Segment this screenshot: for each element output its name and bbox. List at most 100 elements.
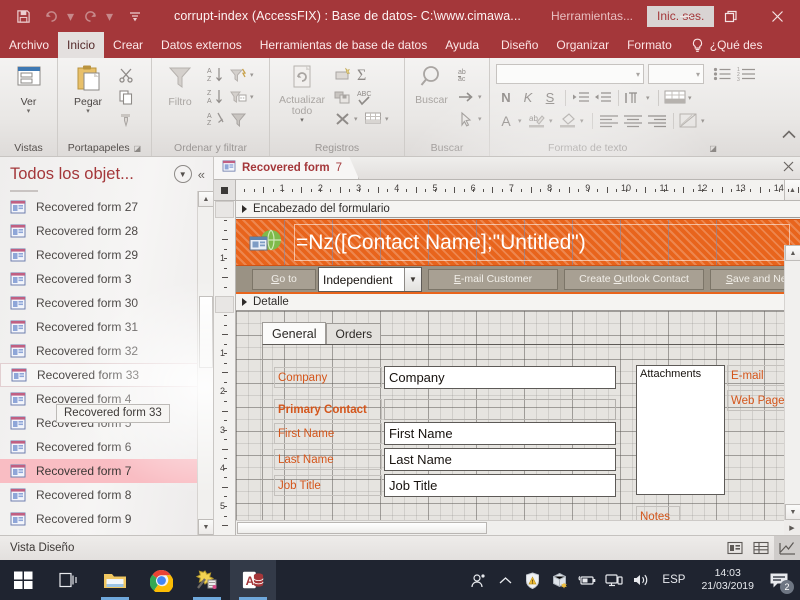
scroll-down-arrow-icon[interactable]: ▼ — [198, 519, 214, 535]
label-email[interactable]: E-mail — [727, 365, 785, 386]
people-icon[interactable] — [465, 560, 492, 600]
find-button[interactable]: Buscar — [409, 62, 454, 106]
scrollbar-thumb[interactable] — [199, 296, 213, 368]
nav-item-recovered-form-33[interactable]: Recovered form 33 — [0, 363, 213, 387]
copy-icon[interactable] — [116, 87, 136, 107]
header-title-expression[interactable]: =Nz([Contact Name];"Untitled") — [292, 231, 590, 255]
label-last-name[interactable]: Last Name — [274, 449, 382, 470]
nav-item-recovered-form-27[interactable]: Recovered form 27 — [0, 195, 213, 219]
nav-item-recovered-form-28[interactable]: Recovered form 28 — [0, 219, 213, 243]
text-direction-icon[interactable] — [624, 88, 644, 108]
paste-button[interactable]: Pegar ▾ — [62, 62, 114, 115]
fill-color-icon[interactable] — [558, 111, 578, 131]
select-pointer-icon[interactable] — [456, 109, 476, 129]
tab-ayuda[interactable]: Ayuda — [436, 32, 488, 58]
nav-item-recovered-form-9[interactable]: Recovered form 9 — [0, 507, 213, 531]
chevron-down-icon[interactable]: ▾ — [688, 94, 695, 102]
label-company[interactable]: Company — [274, 367, 382, 388]
nav-item-recovered-form-3[interactable]: Recovered form 3 — [0, 267, 213, 291]
document-tab-recovered-form-7[interactable]: Recovered form 7 — [214, 157, 359, 179]
sort-descending-icon[interactable]: ZA — [206, 87, 226, 107]
scrollbar-thumb[interactable] — [237, 522, 487, 534]
taskbar-item-microsoft-access[interactable]: A — [230, 560, 276, 600]
form-selector-box[interactable] — [214, 180, 236, 201]
font-color-button[interactable]: A — [496, 111, 516, 131]
navigation-pane-scrollbar[interactable]: ▲ ▼ — [197, 191, 213, 535]
align-center-icon[interactable] — [622, 111, 644, 131]
nav-item-recovered-form-30[interactable]: Recovered form 30 — [0, 291, 213, 315]
chevron-down-icon[interactable]: ▾ — [646, 94, 653, 102]
tab-organizar[interactable]: Organizar — [547, 32, 618, 58]
horizontal-ruler[interactable]: ▲ 1234567891011121314 — [236, 180, 800, 201]
italic-button[interactable]: K — [518, 88, 538, 108]
replace-ab-ac-icon[interactable]: abac — [456, 65, 480, 85]
font-size-combo[interactable]: ▾ — [648, 64, 704, 84]
network-icon[interactable] — [600, 560, 627, 600]
section-detail-bar[interactable]: Detalle — [236, 294, 800, 311]
chevron-down-icon[interactable]: ▾ — [385, 115, 392, 123]
nav-item-recovered-form-7[interactable]: Recovered form 7 — [0, 459, 213, 483]
spelling-abc-check-icon[interactable]: ABC — [354, 87, 374, 107]
remove-sort-icon[interactable]: AZ — [206, 109, 226, 129]
dialog-launcher-icon[interactable]: ◪ — [134, 144, 142, 153]
chevron-down-icon[interactable]: ▾ — [27, 108, 31, 115]
volume-icon[interactable] — [627, 560, 654, 600]
nav-item-recovered-form-6[interactable]: Recovered form 6 — [0, 435, 213, 459]
close-document-icon[interactable] — [783, 161, 794, 175]
chevron-down-icon[interactable]: ▾ — [478, 93, 485, 101]
undo-icon[interactable] — [38, 3, 64, 29]
sort-ascending-icon[interactable]: AZ — [206, 65, 226, 85]
advanced-filter-icon[interactable] — [228, 87, 248, 107]
font-name-combo[interactable]: ▾ — [496, 64, 644, 84]
email-customer-button[interactable]: E-mail Customer — [428, 269, 558, 290]
selection-filter-icon[interactable] — [228, 109, 248, 129]
language-indicator[interactable]: ESP — [654, 574, 693, 586]
taskbar-item-file-explorer[interactable] — [92, 560, 138, 600]
collapse-shutter-icon[interactable]: « — [198, 167, 207, 182]
tab-archivo[interactable]: Archivo — [0, 32, 58, 58]
collapse-ribbon-chevron-icon[interactable] — [782, 130, 796, 142]
chevron-down-icon[interactable]: ▾ — [580, 117, 587, 125]
tab-datos-externos[interactable]: Datos externos — [152, 32, 251, 58]
close-button[interactable] — [754, 0, 800, 32]
minimize-button[interactable] — [662, 0, 708, 32]
refresh-all-button[interactable]: Actualizar todo ▾ — [274, 62, 330, 124]
dialog-launcher-icon[interactable]: ◪ — [709, 144, 717, 153]
redo-dropdown-icon[interactable]: ▾ — [105, 3, 114, 29]
scroll-corner[interactable]: ▶ — [784, 520, 800, 535]
new-record-icon[interactable] — [332, 65, 352, 85]
undo-dropdown-icon[interactable]: ▾ — [66, 3, 75, 29]
vertical-ruler[interactable]: 112345 — [214, 201, 236, 535]
chevron-down-icon[interactable]: ▾ — [354, 115, 361, 123]
format-painter-icon[interactable] — [116, 109, 136, 129]
design-canvas[interactable]: Encabezado del formulario — [236, 201, 800, 535]
numbered-list-icon[interactable]: 123 — [736, 64, 756, 84]
filter-button[interactable]: Filtro — [156, 62, 204, 108]
underline-button[interactable]: S — [540, 88, 560, 108]
layout-view-button[interactable] — [748, 536, 774, 561]
increase-indent-icon[interactable] — [571, 88, 591, 108]
windows-start-icon[interactable] — [0, 560, 46, 600]
windows-defender-warning-icon[interactable] — [519, 560, 546, 600]
toggle-filter-icon[interactable] — [228, 65, 248, 85]
bold-button[interactable]: N — [496, 88, 516, 108]
form-view-button[interactable] — [722, 536, 748, 561]
nav-item-recovered-form-29[interactable]: Recovered form 29 — [0, 243, 213, 267]
more-grid-icon[interactable] — [363, 109, 383, 129]
battery-charging-icon[interactable] — [573, 560, 600, 600]
customize-quick-access-icon[interactable] — [122, 3, 148, 29]
vertical-scrollbar[interactable]: ▲ ▼ — [784, 245, 800, 520]
decrease-indent-icon[interactable] — [593, 88, 613, 108]
nav-item-recovered-form-8[interactable]: Recovered form 8 — [0, 483, 213, 507]
tab-orders[interactable]: Orders — [326, 323, 381, 344]
design-view-button[interactable] — [774, 536, 800, 561]
restore-button[interactable] — [708, 0, 754, 32]
scroll-up-arrow-icon[interactable]: ▲ — [785, 245, 800, 261]
goto-button[interactable]: Go to — [252, 269, 316, 290]
task-view-icon[interactable] — [46, 560, 92, 600]
tab-diseno[interactable]: Diseño — [492, 32, 547, 58]
alternate-row-color-icon[interactable] — [679, 111, 699, 131]
goto-arrow-icon[interactable] — [456, 87, 476, 107]
primary-contact-placeholder-box[interactable] — [384, 399, 616, 420]
tab-herramientas-base-datos[interactable]: Herramientas de base de datos — [251, 32, 436, 58]
